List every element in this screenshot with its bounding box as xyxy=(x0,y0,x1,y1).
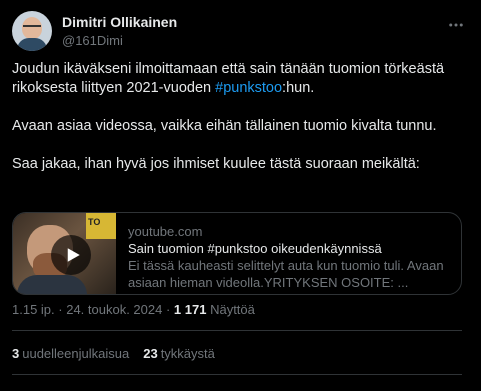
play-icon[interactable] xyxy=(51,235,91,275)
tweet-text: Joudun ikäväkseni ilmoittamaan että sain… xyxy=(12,60,472,174)
meta-separator: · xyxy=(54,302,67,317)
avatar[interactable] xyxy=(12,11,52,51)
link-preview-card[interactable]: TO youtube.com Sain tuomion #punkstoo oi… xyxy=(12,212,462,295)
tweet-header: Dimitri Ollikainen @161Dimi xyxy=(12,11,472,53)
tweet-meta: 1.15 ip. · 24. toukok. 2024 · 1 171 Näyt… xyxy=(12,302,255,317)
avatar-glasses xyxy=(23,25,41,30)
tweet-paragraph-2: Avaan asiaa videossa, vaikka eihän tälla… xyxy=(12,118,437,134)
divider xyxy=(12,330,462,331)
tweet-paragraph-3: Saa jakaa, ihan hyvä jos ihmiset kuulee … xyxy=(12,156,420,172)
avatar-shoulders xyxy=(17,38,47,51)
tweet-paragraph-1: Joudun ikäväkseni ilmoittamaan että sain… xyxy=(12,60,472,98)
card-body: youtube.com Sain tuomion #punkstoo oikeu… xyxy=(116,213,461,294)
hashtag-link[interactable]: #punkstoo xyxy=(215,80,282,96)
meta-separator: · xyxy=(162,302,174,317)
card-description: Ei tässä kauheasti selittelyt auta kun t… xyxy=(128,258,444,290)
likes-stat[interactable]: 23 tykkäystä xyxy=(143,346,215,361)
card-title[interactable]: Sain tuomion #punkstoo oikeudenkäynnissä xyxy=(128,240,449,257)
thumbnail-shirt xyxy=(17,275,87,294)
video-thumbnail[interactable]: TO xyxy=(13,213,116,294)
views-label: Näyttöä xyxy=(206,302,255,317)
thumbnail-sign: TO xyxy=(86,213,116,239)
divider xyxy=(12,374,462,375)
retweets-count: 3 xyxy=(12,346,20,361)
author-name[interactable]: Dimitri Ollikainen xyxy=(62,14,177,30)
views-count: 1 171 xyxy=(173,302,207,317)
tweet-date[interactable]: 24. toukok. 2024 xyxy=(66,302,162,317)
tweet-time[interactable]: 1.15 ip. xyxy=(12,302,55,317)
likes-label: tykkäystä xyxy=(160,346,215,361)
card-domain: youtube.com xyxy=(128,224,203,239)
tweet-stats: 3 uudelleenjulkaisua 23 tykkäystä xyxy=(12,346,215,361)
likes-count: 23 xyxy=(143,346,158,361)
author-handle[interactable]: @161Dimi xyxy=(62,33,123,48)
more-options-icon[interactable] xyxy=(446,15,466,35)
tweet-text-part: :hun. xyxy=(282,80,315,96)
retweets-label: uudelleenjulkaisua xyxy=(22,346,130,361)
retweets-stat[interactable]: 3 uudelleenjulkaisua xyxy=(12,346,129,361)
